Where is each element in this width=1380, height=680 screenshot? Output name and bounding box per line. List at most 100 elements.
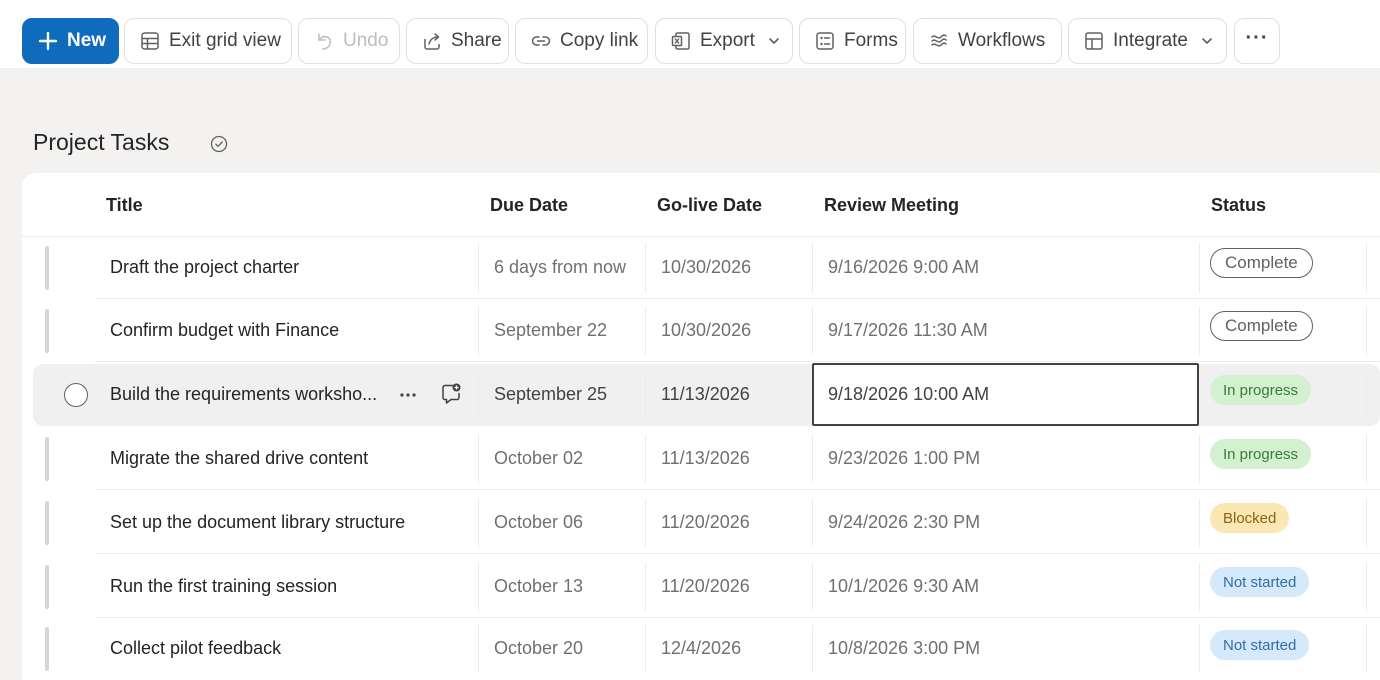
column-divider xyxy=(645,435,646,483)
status-badge[interactable]: Blocked xyxy=(1210,503,1290,533)
cell-due-date[interactable]: October 06 xyxy=(494,491,583,554)
cell-due-date[interactable]: October 20 xyxy=(494,617,583,680)
integrate-icon xyxy=(1085,32,1103,50)
export-label: Export xyxy=(700,30,755,51)
table-row[interactable]: Migrate the shared drive content October… xyxy=(0,427,1380,490)
row-drag-handle[interactable] xyxy=(45,246,49,290)
row-drag-handle[interactable] xyxy=(45,501,49,545)
export-button[interactable]: Export xyxy=(655,18,793,64)
new-button-label: New xyxy=(67,30,107,51)
cell-go-live-date[interactable]: 11/20/2026 xyxy=(661,555,750,618)
status-badge[interactable]: Complete xyxy=(1210,248,1313,278)
cell-go-live-date[interactable]: 10/30/2026 xyxy=(661,236,751,299)
cell-review-meeting[interactable]: 9/18/2026 10:00 AM xyxy=(828,363,989,426)
column-divider xyxy=(1199,435,1200,483)
column-divider xyxy=(645,625,646,673)
status-badge[interactable]: Not started xyxy=(1210,630,1310,660)
table-row[interactable]: Run the first training session October 1… xyxy=(0,555,1380,618)
cell-review-meeting[interactable]: 9/24/2026 2:30 PM xyxy=(828,491,980,554)
cell-review-meeting[interactable]: 9/23/2026 1:00 PM xyxy=(828,427,980,490)
cell-go-live-date[interactable]: 10/30/2026 xyxy=(661,299,751,362)
exit-grid-view-label: Exit grid view xyxy=(169,30,281,51)
status-badge[interactable]: In progress xyxy=(1210,439,1312,469)
status-badge[interactable]: Complete xyxy=(1210,311,1313,341)
cell-go-live-date[interactable]: 11/13/2026 xyxy=(661,363,750,426)
cell-go-live-date[interactable]: 12/4/2026 xyxy=(661,617,741,680)
cell-title[interactable]: Migrate the shared drive content xyxy=(110,427,368,490)
exit-grid-view-button[interactable]: Exit grid view xyxy=(124,18,292,64)
share-label: Share xyxy=(451,30,502,51)
column-divider xyxy=(812,499,813,547)
table-row[interactable]: Build the requirements worksho... Septem… xyxy=(0,363,1380,426)
share-icon xyxy=(424,33,440,50)
table-row[interactable]: Collect pilot feedback October 20 12/4/2… xyxy=(0,617,1380,680)
column-divider xyxy=(1366,435,1367,483)
add-comment-icon[interactable] xyxy=(439,382,463,406)
column-header-status[interactable]: Status xyxy=(1211,195,1266,216)
workflows-button[interactable]: Workflows xyxy=(913,18,1062,64)
cell-title[interactable]: Draft the project charter xyxy=(110,236,299,299)
column-divider xyxy=(645,563,646,611)
column-divider xyxy=(478,371,479,419)
column-divider xyxy=(478,307,479,355)
cell-due-date[interactable]: September 22 xyxy=(494,299,607,362)
table-row[interactable]: Confirm budget with Finance September 22… xyxy=(0,299,1380,362)
integrate-label: Integrate xyxy=(1113,30,1188,51)
cell-review-meeting[interactable]: 10/1/2026 9:30 AM xyxy=(828,555,979,618)
cell-title[interactable]: Run the first training session xyxy=(110,555,337,618)
column-divider xyxy=(1199,625,1200,673)
row-drag-handle[interactable] xyxy=(45,565,49,609)
integrate-button[interactable]: Integrate xyxy=(1068,18,1227,64)
column-divider xyxy=(812,563,813,611)
status-badge[interactable]: Not started xyxy=(1210,567,1310,597)
more-horizontal-icon[interactable] xyxy=(397,384,419,406)
cell-review-meeting[interactable]: 10/8/2026 3:00 PM xyxy=(828,617,980,680)
column-divider xyxy=(645,244,646,292)
cell-go-live-date[interactable]: 11/13/2026 xyxy=(661,427,750,490)
column-divider xyxy=(1366,371,1367,419)
cell-due-date[interactable]: 6 days from now xyxy=(494,236,626,299)
plus-icon xyxy=(38,31,58,51)
cell-go-live-date[interactable]: 11/20/2026 xyxy=(661,491,750,554)
row-select-checkbox[interactable] xyxy=(64,383,88,407)
row-drag-handle[interactable] xyxy=(45,627,49,671)
share-button[interactable]: Share xyxy=(406,18,509,64)
cell-due-date[interactable]: October 13 xyxy=(494,555,583,618)
cell-title[interactable]: Collect pilot feedback xyxy=(110,617,281,680)
cell-title[interactable]: Set up the document library structure xyxy=(110,491,405,554)
cell-due-date[interactable]: October 02 xyxy=(494,427,583,490)
column-divider xyxy=(1366,244,1367,292)
column-header-title[interactable]: Title xyxy=(106,195,143,216)
column-header-due-date[interactable]: Due Date xyxy=(490,195,568,216)
row-drag-handle[interactable] xyxy=(45,437,49,481)
table-row[interactable]: Set up the document library structure Oc… xyxy=(0,491,1380,554)
forms-label: Forms xyxy=(844,30,898,51)
column-divider xyxy=(812,307,813,355)
column-header-review-meeting[interactable]: Review Meeting xyxy=(824,195,959,216)
excel-icon xyxy=(671,32,690,50)
column-header-go-live-date[interactable]: Go-live Date xyxy=(657,195,762,216)
cell-title[interactable]: Build the requirements worksho... xyxy=(110,363,377,426)
new-button[interactable]: New xyxy=(22,18,119,64)
copy-link-button[interactable]: Copy link xyxy=(515,18,648,64)
undo-button[interactable]: Undo xyxy=(298,18,400,64)
cell-title[interactable]: Confirm budget with Finance xyxy=(110,299,339,362)
column-divider xyxy=(645,371,646,419)
more-options-button[interactable]: ··· xyxy=(1234,18,1280,64)
column-divider xyxy=(812,435,813,483)
cell-review-meeting[interactable]: 9/16/2026 9:00 AM xyxy=(828,236,979,299)
forms-button[interactable]: Forms xyxy=(799,18,906,64)
column-divider xyxy=(1366,499,1367,547)
column-divider xyxy=(812,244,813,292)
column-divider xyxy=(1366,625,1367,673)
table-row[interactable]: Draft the project charter 6 days from no… xyxy=(0,236,1380,299)
row-divider xyxy=(95,489,1380,490)
status-badge[interactable]: In progress xyxy=(1210,375,1312,405)
column-divider xyxy=(1199,499,1200,547)
column-divider xyxy=(478,244,479,292)
check-circle-icon[interactable] xyxy=(209,134,229,154)
cell-review-meeting[interactable]: 9/17/2026 11:30 AM xyxy=(828,299,988,362)
cell-due-date[interactable]: September 25 xyxy=(494,363,607,426)
row-drag-handle[interactable] xyxy=(45,309,49,353)
column-divider xyxy=(478,499,479,547)
